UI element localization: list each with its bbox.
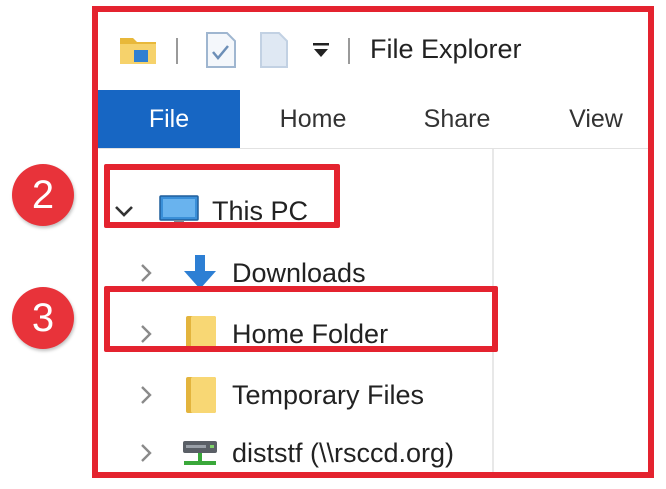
highlight-box-this-pc <box>104 164 340 228</box>
chevron-right-icon[interactable] <box>132 381 160 409</box>
chevron-right-icon[interactable] <box>132 259 160 287</box>
new-folder-icon[interactable] <box>258 30 290 70</box>
customize-dropdown-icon[interactable] <box>310 30 332 70</box>
file-explorer-window: File Explorer File Home Share View This … <box>98 12 648 472</box>
tree-item-label: Downloads <box>232 258 366 288</box>
properties-icon[interactable] <box>204 30 238 70</box>
step-badge-3: 3 <box>12 287 74 349</box>
tab-share[interactable]: Share <box>400 90 514 148</box>
folder-icon[interactable] <box>118 30 158 70</box>
tree-item-temporary-files[interactable]: Temporary Files <box>98 367 492 423</box>
tree-item-network-drive[interactable]: diststf (\\rsccd.org) <box>98 425 492 472</box>
title-bar: File Explorer <box>98 12 648 90</box>
folder-icon <box>184 375 218 420</box>
tab-home[interactable]: Home <box>258 90 368 148</box>
tree-item-label: Temporary Files <box>232 380 425 410</box>
chevron-right-icon[interactable] <box>132 439 160 467</box>
highlight-box-home-folder <box>104 286 498 352</box>
ribbon-tabs: File Home Share View <box>98 90 648 149</box>
tab-view[interactable]: View <box>546 90 646 148</box>
window-title: File Explorer <box>370 34 522 64</box>
network-drive-icon <box>180 439 220 472</box>
toolbar-separator <box>176 38 178 64</box>
tab-file[interactable]: File <box>98 90 240 148</box>
tree-item-label: diststf (\\rsccd.org) <box>232 438 455 468</box>
toolbar-separator <box>348 38 350 64</box>
step-badge-2: 2 <box>12 164 74 226</box>
